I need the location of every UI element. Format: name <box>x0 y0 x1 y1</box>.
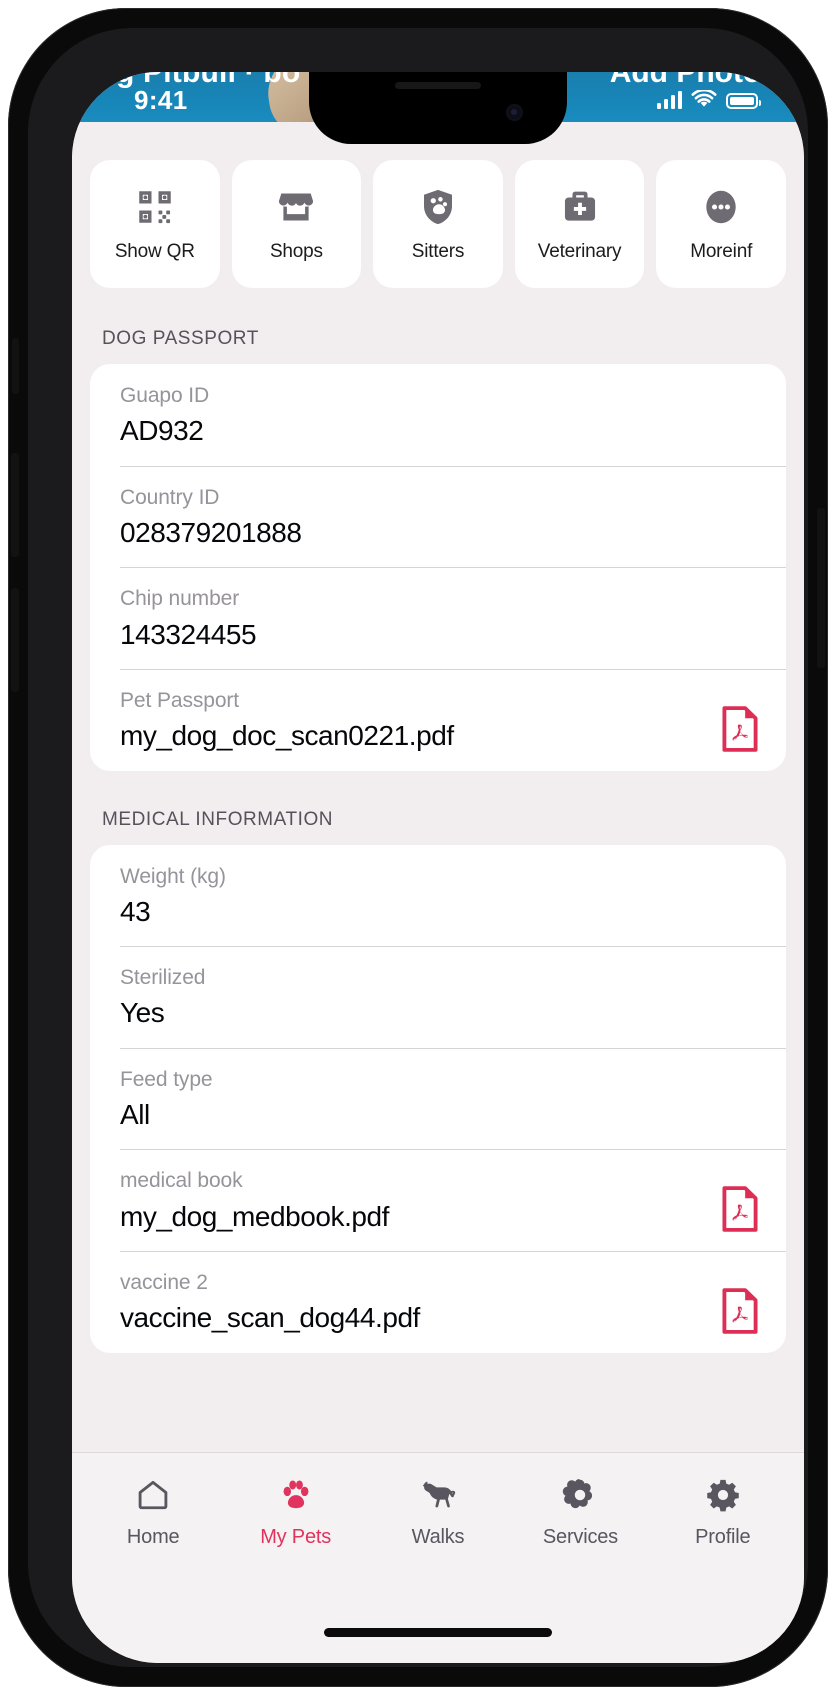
quick-action-shops[interactable]: Shops <box>231 160 362 288</box>
phone-bezel: g Pitbull · bo Add Photos 9:41 Show QR S… <box>28 28 808 1667</box>
field-chip-number[interactable]: Chip number 143324455 <box>90 567 786 669</box>
dog-leash-icon <box>419 1475 457 1515</box>
device-notch <box>309 72 567 144</box>
volume-up-button[interactable] <box>11 453 19 557</box>
battery-full-icon <box>726 93 761 109</box>
field-sterilized[interactable]: Sterilized Yes <box>90 946 786 1048</box>
field-value: AD932 <box>120 415 204 447</box>
status-time: 9:41 <box>134 85 188 115</box>
tab-label: Walks <box>411 1526 465 1548</box>
tab-home[interactable]: Home <box>82 1475 224 1549</box>
field-label: Sterilized <box>120 966 206 990</box>
phone-frame: g Pitbull · bo Add Photos 9:41 Show QR S… <box>8 8 828 1687</box>
tab-label: Services <box>542 1526 618 1548</box>
main-content[interactable]: Show QR Shops Sitters Veterinary Moreinf… <box>72 122 804 1452</box>
paw-icon <box>278 1475 314 1515</box>
quick-action-show-qr[interactable]: Show QR <box>90 160 220 288</box>
field-label: Feed type <box>120 1067 213 1091</box>
tab-label: Home <box>126 1526 180 1548</box>
tab-my-pets[interactable]: My Pets <box>224 1475 366 1549</box>
home-indicator[interactable] <box>324 1628 552 1637</box>
field-vaccine-2[interactable]: vaccine 2 vaccine_scan_dog44.pdf <box>90 1251 786 1353</box>
quick-action-label: Moreinf <box>690 241 753 262</box>
field-label: Weight (kg) <box>120 864 226 888</box>
section-title-medical-information: MEDICAL INFORMATION <box>102 808 334 830</box>
storefront-icon <box>274 185 318 229</box>
home-icon <box>135 1475 171 1515</box>
field-feed-type[interactable]: Feed type All <box>90 1047 786 1150</box>
quick-action-label: Veterinary <box>537 241 622 262</box>
cog-icon <box>562 1475 598 1515</box>
field-value: my_dog_doc_scan0221.pdf <box>120 720 454 752</box>
quick-action-label: Shops <box>269 241 323 262</box>
quick-action-moreinf[interactable]: Moreinf <box>656 160 786 288</box>
field-guapo-id[interactable]: Guapo ID AD932 <box>90 364 786 466</box>
field-label: Chip number <box>120 587 240 611</box>
field-value: vaccine_scan_dog44.pdf <box>120 1302 420 1334</box>
dog-passport-card: Guapo ID AD932 Country ID 028379201888 C… <box>90 364 786 771</box>
tab-services[interactable]: Services <box>509 1475 651 1549</box>
silent-switch[interactable] <box>12 338 19 394</box>
field-value: 028379201888 <box>120 516 302 548</box>
field-label: Guapo ID <box>120 384 210 407</box>
field-label: Country ID <box>120 485 220 509</box>
wifi-icon <box>691 90 717 107</box>
bottom-tab-bar: Home My Pets Walks Services Profile <box>72 1452 804 1663</box>
field-medical-book[interactable]: medical book my_dog_medbook.pdf <box>90 1149 786 1251</box>
field-label: medical book <box>120 1169 243 1193</box>
shield-paw-icon <box>416 185 460 229</box>
field-label: vaccine 2 <box>120 1271 208 1295</box>
field-weight[interactable]: Weight (kg) 43 <box>90 845 786 947</box>
volume-down-button[interactable] <box>11 588 19 692</box>
phone-screen: g Pitbull · bo Add Photos 9:41 Show QR S… <box>72 72 804 1663</box>
field-value: All <box>120 1099 150 1131</box>
status-indicators <box>656 90 761 109</box>
ellipsis-circle-icon <box>699 185 743 229</box>
medical-information-card: Weight (kg) 43 Sterilized Yes Feed type … <box>90 844 786 1353</box>
tab-label: Profile <box>695 1526 751 1548</box>
quick-actions-row: Show QR Shops Sitters Veterinary Moreinf <box>72 122 804 288</box>
power-button[interactable] <box>817 508 825 668</box>
quick-action-veterinary[interactable]: Veterinary <box>514 160 645 288</box>
field-value: Yes <box>120 997 165 1029</box>
earpiece-speaker <box>395 82 481 89</box>
qr-code-icon <box>133 185 177 229</box>
field-pet-passport[interactable]: Pet Passport my_dog_doc_scan0221.pdf <box>90 668 786 771</box>
field-label: Pet Passport <box>120 688 240 712</box>
medical-bag-icon <box>558 185 602 229</box>
gear-icon <box>705 1475 741 1515</box>
field-value: 143324455 <box>120 618 257 650</box>
front-camera <box>506 104 523 121</box>
screenshot-root: g Pitbull · bo Add Photos 9:41 Show QR S… <box>0 0 836 1695</box>
field-value: 43 <box>120 895 151 927</box>
pdf-file-icon[interactable] <box>720 1287 760 1335</box>
section-title-dog-passport: DOG PASSPORT <box>102 328 259 349</box>
tab-walks[interactable]: Walks <box>367 1475 509 1549</box>
quick-action-label: Sitters <box>411 241 465 262</box>
pdf-file-icon[interactable] <box>720 705 760 753</box>
field-value: my_dog_medbook.pdf <box>120 1200 389 1232</box>
quick-action-sitters[interactable]: Sitters <box>373 160 503 288</box>
pdf-file-icon[interactable] <box>720 1185 760 1233</box>
tab-label: My Pets <box>260 1526 332 1548</box>
cellular-signal-icon <box>656 91 682 109</box>
quick-action-label: Show QR <box>114 241 195 262</box>
tab-profile[interactable]: Profile <box>652 1475 794 1549</box>
field-country-id[interactable]: Country ID 028379201888 <box>90 465 786 568</box>
